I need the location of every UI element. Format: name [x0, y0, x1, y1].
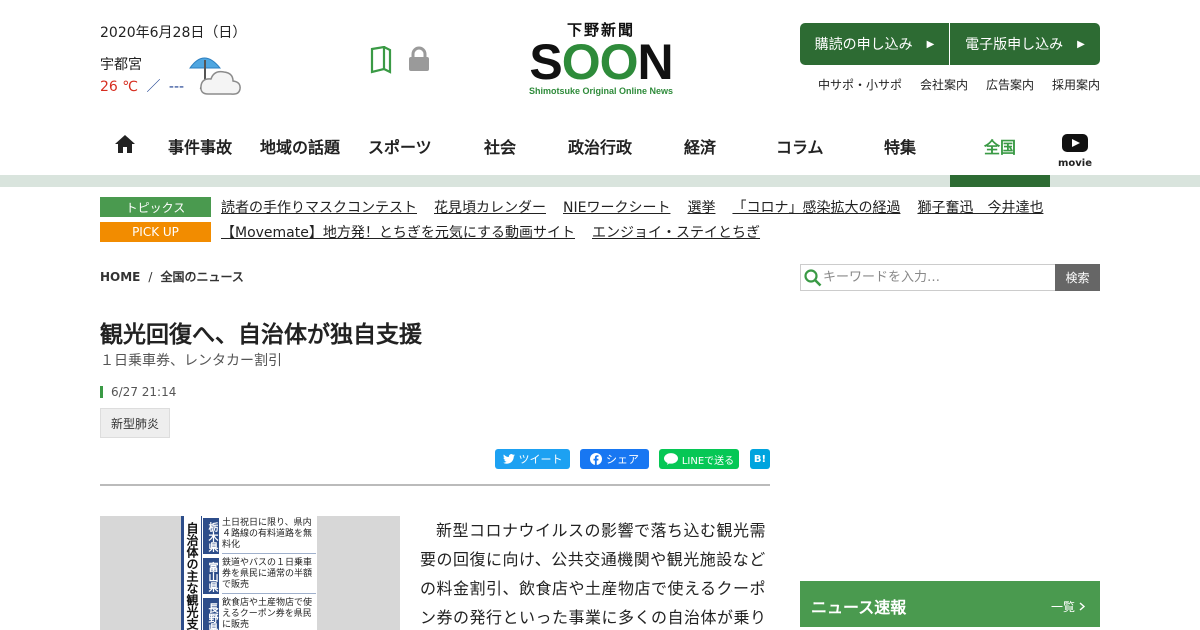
hatena-bookmark-button[interactable]: B! — [750, 449, 770, 469]
util-link-support[interactable]: 中サポ・小サポ — [818, 76, 902, 93]
logo-letter-o2: O — [599, 34, 639, 90]
article-headline: 観光回復へ、自治体が独自支援 — [100, 322, 422, 348]
article-divider — [100, 484, 770, 486]
digital-edition-button[interactable]: 電子版申し込み ▶ — [950, 23, 1100, 65]
umbrella-cloud-icon — [189, 57, 241, 95]
util-link-company[interactable]: 会社案内 — [920, 76, 968, 93]
search-input[interactable] — [823, 267, 1051, 288]
article-subheadline: １日乗車券、レンタカー割引 — [100, 353, 282, 369]
logo-letter-o1: O — [561, 34, 601, 90]
subscribe-button[interactable]: 購読の申し込み ▶ — [800, 23, 949, 65]
infographic-prefecture: 栃木県 — [203, 518, 219, 554]
article-infographic-image[interactable]: 自治体の主な観光支 栃木県 土日祝日に限り、県内４路線の有料道路を無料化 富山県… — [100, 516, 400, 630]
search-icon — [804, 269, 822, 287]
topic-link[interactable]: 読者の手作りマスクコンテスト — [221, 197, 417, 217]
nav-item-society[interactable]: 社会 — [484, 134, 516, 158]
pickup-link[interactable]: 【Movemate】地方発！とちぎを元気にする動画サイト — [221, 222, 575, 242]
line-icon — [663, 453, 678, 465]
topics-tag: トピックス — [100, 197, 211, 217]
facebook-share-button[interactable]: シェア — [580, 449, 649, 469]
news-flash-more-link[interactable]: 一覧 — [1051, 598, 1086, 615]
logo-wordmark: SOON — [516, 37, 686, 87]
lock-icon[interactable] — [407, 46, 431, 72]
infographic-prefecture: 長野県 — [203, 598, 219, 630]
search-box — [800, 264, 1056, 291]
nav-item-politics[interactable]: 政治行政 — [568, 134, 632, 158]
nav-item-sports[interactable]: スポーツ — [368, 134, 432, 158]
topic-link[interactable]: 「コロナ」感染拡大の経過 — [732, 197, 900, 217]
twitter-bird-icon — [502, 454, 515, 464]
nav-item-column[interactable]: コラム — [776, 134, 824, 158]
breadcrumb-separator: / — [148, 270, 153, 284]
infographic-title: 自治体の主な観光支 — [184, 516, 202, 630]
movie-label: movie — [1058, 158, 1093, 169]
nav-item-local[interactable]: 地域の話題 — [260, 134, 340, 158]
util-link-ads[interactable]: 広告案内 — [986, 76, 1034, 93]
home-icon[interactable] — [114, 134, 136, 154]
line-share-button[interactable]: LINEで送る — [659, 449, 739, 469]
breadcrumb-home[interactable]: HOME — [100, 270, 140, 284]
facebook-icon — [590, 453, 602, 465]
pickup-row: PICK UP 【Movemate】地方発！とちぎを元気にする動画サイト エンジ… — [100, 222, 760, 242]
pickup-tag: PICK UP — [100, 222, 211, 242]
nav-item-incidents[interactable]: 事件事故 — [168, 134, 232, 158]
topic-link[interactable]: NIEワークシート — [563, 197, 670, 217]
pickup-link[interactable]: エンジョイ・ステイとちぎ — [592, 222, 760, 242]
nav-item-movie[interactable]: movie — [1058, 134, 1092, 169]
digital-edition-label: 電子版申し込み — [965, 37, 1064, 53]
play-arrow-icon: ▶ — [926, 38, 935, 50]
infographic: 自治体の主な観光支 栃木県 土日祝日に限り、県内４路線の有料道路を無料化 富山県… — [181, 516, 317, 630]
chevron-right-icon — [1079, 602, 1086, 611]
topic-link[interactable]: 選挙 — [687, 197, 715, 217]
search-button[interactable]: 検索 — [1055, 264, 1100, 291]
infographic-text: 飲食店や土産物店で使えるクーポン券を県民に販売 — [222, 598, 316, 630]
infographic-text: 土日祝日に限り、県内４路線の有料道路を無料化 — [222, 518, 316, 554]
news-flash-more-label: 一覧 — [1050, 600, 1075, 614]
temp-high: 26 ℃ — [100, 79, 138, 95]
logo-letter-s: S — [529, 34, 562, 90]
nav-item-economy[interactable]: 経済 — [684, 134, 716, 158]
nav-item-national[interactable]: 全国 — [984, 134, 1016, 158]
temperature: 26 ℃ ／ --- — [100, 76, 184, 96]
nav-active-indicator — [950, 175, 1050, 187]
weather-city: 宇都宮 — [100, 57, 142, 73]
twitter-share-button[interactable]: ツイート — [495, 449, 570, 469]
article-body: 新型コロナウイルスの影響で落ち込む観光需要の回復に向け、公共交通機関や観光施設な… — [420, 521, 767, 627]
infographic-prefecture: 富山県 — [203, 558, 219, 594]
topics-row: トピックス 読者の手作りマスクコンテスト 花見頃カレンダー NIEワークシート … — [100, 197, 1043, 217]
temp-low: --- — [168, 79, 185, 95]
article-timestamp: 6/27 21:14 — [100, 386, 176, 398]
logo-letter-n: N — [637, 34, 674, 90]
main-nav: 事件事故 地域の話題 スポーツ 社会 政治行政 経済 コラム 特集 全国 mov… — [100, 120, 1100, 169]
soon-logo[interactable]: 下野新聞 SOON Shimotsuke Original Online New… — [516, 22, 686, 98]
logo-tagline: Shimotsuke Original Online News — [528, 86, 674, 96]
line-share-label: LINEで送る — [681, 455, 735, 467]
breadcrumb: HOME / 全国のニュース — [100, 268, 244, 285]
facebook-share-label: シェア — [606, 453, 639, 466]
digital-edition-book-icon[interactable] — [370, 46, 392, 74]
youtube-play-icon — [1062, 134, 1088, 152]
util-link-recruit[interactable]: 採用案内 — [1052, 76, 1100, 93]
utility-links: 中サポ・小サポ 会社案内 広告案内 採用案内 — [818, 76, 1100, 93]
topic-link[interactable]: 花見頃カレンダー — [434, 197, 546, 217]
subscribe-label: 購読の申し込み — [814, 37, 913, 53]
topic-link[interactable]: 獅子奮迅 今井達也 — [917, 197, 1043, 217]
news-flash-header: ニュース速報 一覧 — [800, 581, 1100, 627]
news-flash-title: ニュース速報 — [811, 598, 907, 617]
play-arrow-icon: ▶ — [1077, 38, 1085, 50]
nav-item-features[interactable]: 特集 — [884, 134, 916, 158]
article-tag[interactable]: 新型肺炎 — [100, 408, 170, 438]
twitter-share-label: ツイート — [518, 453, 563, 466]
infographic-text: 鉄道やバスの１日乗車券を県民に通常の半額で販売 — [222, 558, 316, 594]
breadcrumb-current[interactable]: 全国のニュース — [160, 270, 243, 284]
temp-separator: ／ — [146, 79, 161, 95]
current-date: 2020年6月28日（日） — [100, 25, 247, 41]
